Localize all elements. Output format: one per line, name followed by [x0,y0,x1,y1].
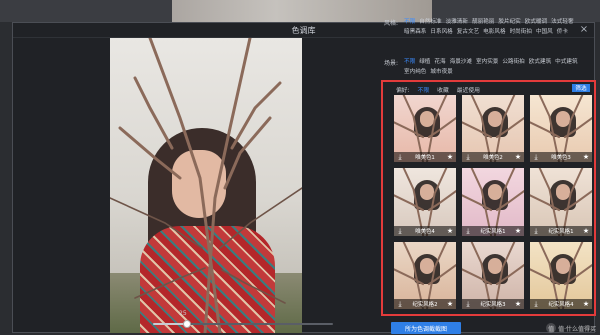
download-icon[interactable]: ⤓ [396,227,404,235]
style-filter-label: 风格: [384,20,399,27]
filter-chip[interactable]: 室内实景 [476,58,498,66]
filter-chip[interactable]: 中式建筑 [555,58,577,66]
tone-tile[interactable]: 唯美色1 ⤓ ★ [394,95,456,163]
tone-tile[interactable]: 唯美色2 ⤓ ★ [462,95,524,163]
filter-chip[interactable]: 不限 [404,58,415,66]
star-icon[interactable]: ★ [446,227,454,235]
download-icon[interactable]: ⤓ [464,300,472,308]
filter-chip[interactable]: 暗黑森系 [404,28,426,36]
tab-recent[interactable]: 最近使用 [457,85,480,94]
filter-chip[interactable]: 侨卡 [557,28,568,36]
filter-chip[interactable]: 不限 [404,18,415,26]
filter-chip[interactable]: 胶片纪实 [498,18,520,26]
slider-thumb[interactable] [183,320,191,328]
filter-chip[interactable]: 海景沙滩 [450,58,472,66]
filter-chip[interactable]: 日系风格 [430,28,452,36]
filter-chip[interactable]: 欧式暖调 [525,18,547,26]
tone-label: 唯美色1 [415,155,435,162]
filter-chip[interactable]: 淡雅清新 [446,18,468,26]
watermark: 值 值·什么值得买 [546,323,596,333]
download-icon[interactable]: ⤓ [464,153,472,161]
tab-favorites[interactable]: 收藏 [437,85,449,94]
star-icon[interactable]: ★ [582,300,590,308]
slider-fill [153,323,187,325]
tone-tile[interactable]: 纪实风格4 ⤓ ★ [530,241,592,309]
filter-chip[interactable]: 复古文艺 [457,28,479,36]
filter-chip[interactable]: 公路街拍 [502,58,524,66]
star-icon[interactable]: ★ [514,227,522,235]
tone-tile[interactable]: 纪实风格3 ⤓ ★ [462,241,524,309]
filter-chip[interactable]: 室内纯色 [404,68,426,76]
filter-chip[interactable]: 时尚街拍 [510,28,532,36]
filter-chip[interactable]: 靓丽艳丽 [472,18,494,26]
tab-unlimited[interactable]: 不限 [418,85,430,94]
tone-label: 纪实风格4 [548,302,574,308]
tone-tile[interactable]: 唯美色3 ⤓ ★ [530,95,592,163]
scene-filter-label: 场景: [384,60,399,67]
strength-slider[interactable]: 25 [153,310,333,330]
tone-tile[interactable]: 纪实风格1 ⤓ ★ [462,168,524,236]
watermark-text: 值·什么值得买 [558,325,596,333]
filter-chip[interactable]: 中国风 [536,28,553,36]
filter-chip[interactable]: 自然标准 [419,18,441,26]
preview-image [110,38,302,333]
tone-label: 纪实风格1 [480,228,506,235]
tone-tile[interactable]: 纪实风格1 ⤓ ★ [530,168,592,236]
preference-label: 偏好: [396,87,410,94]
branches-overlay [110,38,302,333]
star-icon[interactable]: ★ [514,153,522,161]
apply-button[interactable]: 所为色调截截图 [391,322,461,334]
filter-chip[interactable]: 城市夜景 [430,68,452,76]
download-icon[interactable]: ⤓ [532,300,540,308]
tone-label: 纪实风格1 [548,228,574,235]
filter-chip[interactable]: 欧式建筑 [529,58,551,66]
star-icon[interactable]: ★ [582,227,590,235]
filter-chip[interactable]: 绿植 [419,58,430,66]
filter-button[interactable]: 筛选 [572,84,590,92]
download-icon[interactable]: ⤓ [532,153,540,161]
preference-tabs: 偏好: 不限 收藏 最近使用 筛选 [396,84,596,94]
tone-tile[interactable]: 纪实风格2 ⤓ ★ [394,241,456,309]
download-icon[interactable]: ⤓ [532,227,540,235]
watermark-logo-icon: 值 [546,323,557,333]
star-icon[interactable]: ★ [446,153,454,161]
tone-label: 纪实风格2 [412,302,438,308]
download-icon[interactable]: ⤓ [464,227,472,235]
download-icon[interactable]: ⤓ [396,300,404,308]
star-icon[interactable]: ★ [446,300,454,308]
filter-chip[interactable]: 法式轻奢 [551,18,573,26]
tone-grid: 唯美色1 ⤓ ★ 唯美色2 ⤓ ★ 唯美色3 ⤓ ★ 唯美色4 ⤓ ★ 纪实风格… [394,95,592,309]
star-icon[interactable]: ★ [582,153,590,161]
star-icon[interactable]: ★ [514,300,522,308]
download-icon[interactable]: ⤓ [396,153,404,161]
dialog-title: 色调库 [291,25,316,35]
tone-label: 唯美色4 [415,228,435,235]
tone-label: 唯美色3 [551,155,571,162]
tone-label: 唯美色2 [483,155,503,162]
filter-chip[interactable]: 花海 [434,58,445,66]
filter-chip[interactable]: 电影风格 [483,28,505,36]
tone-tile[interactable]: 唯美色4 ⤓ ★ [394,168,456,236]
slider-value: 25 [179,310,187,317]
tone-label: 纪实风格3 [480,302,506,308]
